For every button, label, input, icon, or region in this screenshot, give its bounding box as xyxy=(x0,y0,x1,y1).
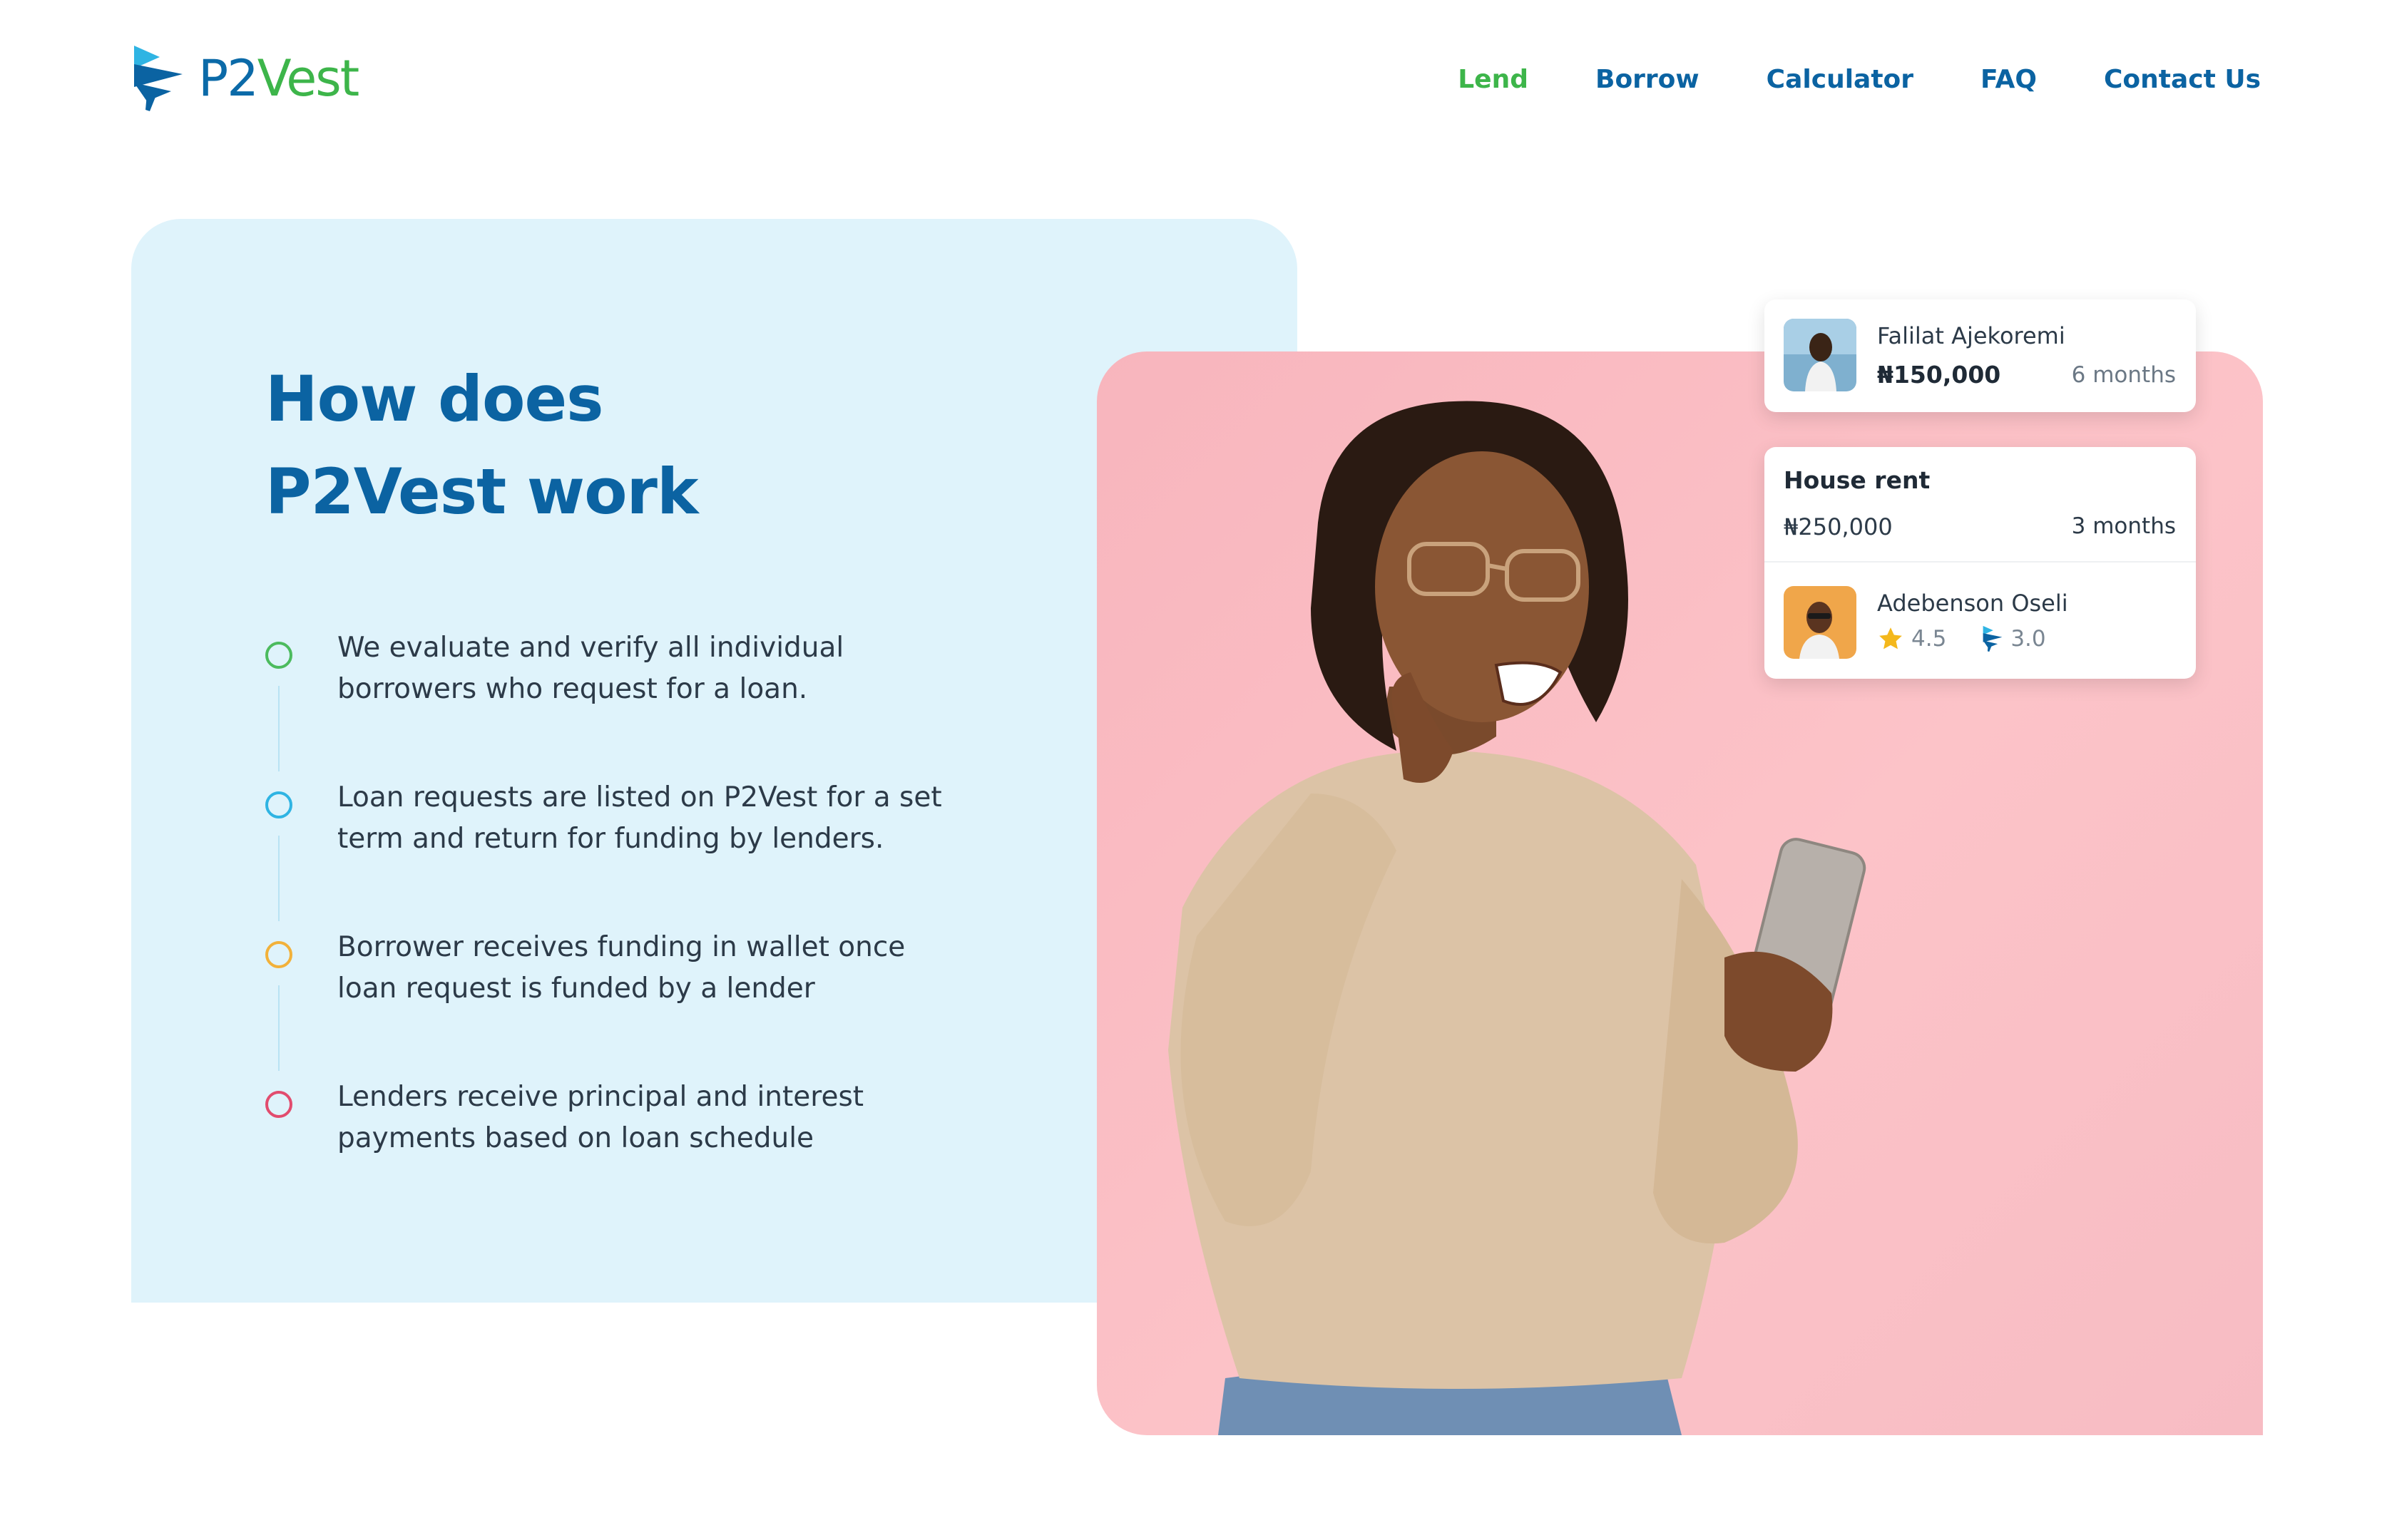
nav-lend[interactable]: Lend xyxy=(1458,58,1528,101)
step-text: We evaluate and verify all individual bo… xyxy=(337,632,844,705)
nav-calculator[interactable]: Calculator xyxy=(1767,58,1913,101)
loan-request-card[interactable]: House rent ₦250,000 3 months Adebenson O… xyxy=(1764,447,2196,679)
avatar xyxy=(1784,586,1856,659)
loan-term: 6 months xyxy=(2071,362,2176,388)
step-marker-icon xyxy=(265,642,292,669)
step-item: We evaluate and verify all individual bo… xyxy=(265,627,978,777)
star-icon xyxy=(1879,627,1902,650)
brand-logo[interactable]: P2Vest xyxy=(131,44,359,113)
loan-amount: ₦150,000 xyxy=(1877,361,2001,389)
request-title: House rent xyxy=(1784,466,1931,494)
lender-card[interactable]: Falilat Ajekoremi ₦150,000 6 months xyxy=(1764,299,2196,412)
step-marker-icon xyxy=(265,791,292,818)
step-connector xyxy=(278,686,280,771)
step-item: Borrower receives funding in wallet once… xyxy=(265,927,978,1077)
lender-name: Falilat Ajekoremi xyxy=(1877,322,2065,349)
step-item: Lenders receive principal and interest p… xyxy=(265,1077,978,1226)
p2vest-logo-icon xyxy=(134,46,183,111)
p2vest-mini-icon xyxy=(1983,625,2003,652)
avatar xyxy=(1784,319,1856,391)
card-divider xyxy=(1764,561,2196,563)
step-marker-icon xyxy=(265,1091,292,1118)
borrower-ratings: 4.5 3.0 xyxy=(1877,625,2046,652)
steps-list: We evaluate and verify all individual bo… xyxy=(265,627,978,1226)
step-connector xyxy=(278,985,280,1071)
step-text: Loan requests are listed on P2Vest for a… xyxy=(337,781,942,855)
step-text: Lenders receive principal and interest p… xyxy=(337,1081,864,1154)
request-amount: ₦250,000 xyxy=(1784,513,1893,540)
star-rating-value: 4.5 xyxy=(1911,626,1947,652)
borrower-name: Adebenson Oseli xyxy=(1877,590,2068,617)
p2vest-rating-value: 3.0 xyxy=(2010,626,2046,652)
step-text: Borrower receives funding in wallet once… xyxy=(337,931,906,1005)
brand-wordmark: P2Vest xyxy=(198,49,359,108)
nav-contact-us[interactable]: Contact Us xyxy=(2104,58,2261,101)
nav-borrow[interactable]: Borrow xyxy=(1595,58,1699,101)
step-connector xyxy=(278,836,280,921)
step-item: Loan requests are listed on P2Vest for a… xyxy=(265,777,978,927)
main-nav: Lend Borrow Calculator FAQ Contact Us xyxy=(1458,58,2261,101)
step-marker-icon xyxy=(265,941,292,968)
nav-faq[interactable]: FAQ xyxy=(1980,58,2037,101)
request-term: 3 months xyxy=(2071,513,2176,539)
section-title: How does P2Vest work xyxy=(265,362,698,528)
